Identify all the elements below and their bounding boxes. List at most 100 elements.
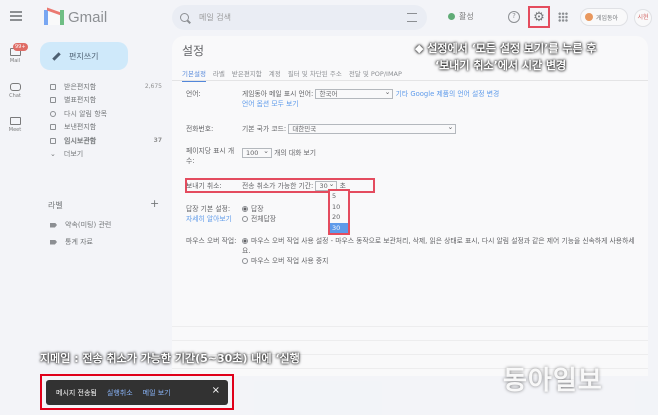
- rail-chat-label: Chat: [9, 93, 21, 99]
- search-options-icon[interactable]: [407, 13, 417, 22]
- nav-label: 별표편지함: [64, 96, 97, 105]
- status-label: 활성: [459, 12, 474, 21]
- compose-button[interactable]: 편지쓰기: [40, 42, 128, 70]
- dropdown-option[interactable]: 20: [330, 212, 348, 223]
- undo-send-label: 보내기 취소:: [186, 182, 222, 190]
- star-icon: [50, 97, 56, 104]
- annotation-callout: ◆ 설정에서 ‘모든 설정 보기’를 누른 후 ‘보내기 취소’에서 시간 변경: [415, 40, 655, 74]
- rail-meet[interactable]: Meet: [0, 117, 30, 133]
- other-language-link[interactable]: 기타 Google 제품의 언어 설정 변경: [396, 90, 500, 98]
- org-badge[interactable]: 게임동아: [580, 8, 628, 26]
- nav-label: 받은편지함: [64, 82, 97, 91]
- org-label: 게임동아: [596, 14, 619, 22]
- label-icon: [50, 239, 57, 245]
- rail-meet-label: Meet: [8, 127, 22, 133]
- gear-icon[interactable]: ⚙: [533, 11, 545, 24]
- watermark-logo: 동아일보: [503, 366, 603, 396]
- reply-all-option: 전체답장: [251, 215, 277, 223]
- nav-item-drafts[interactable]: 임시보관함 37: [30, 134, 165, 148]
- nav-item-more[interactable]: ⌄ 더보기: [30, 148, 165, 162]
- language-value: 한국어: [319, 90, 338, 98]
- learn-more-link[interactable]: 자세히 알아보기: [186, 215, 232, 223]
- label-item[interactable]: 통계 자료: [50, 237, 93, 247]
- page-size-suffix: 개의 대화 보기: [274, 149, 317, 157]
- nav-label: 다시 알림 항목: [64, 109, 108, 118]
- settings-highlight-box: ⚙: [528, 6, 550, 28]
- label-name: 약속(미팅) 관련: [65, 221, 112, 229]
- rail-mail[interactable]: 99+ Mail: [0, 43, 30, 64]
- label-name: 통계 자료: [65, 238, 93, 246]
- nav-item-inbox[interactable]: 받은편지함 2,675: [30, 80, 165, 94]
- draft-icon: [50, 137, 56, 144]
- video-icon: [9, 117, 21, 125]
- phone-label: 전화번호:: [186, 125, 214, 133]
- nav-item-sent[interactable]: 보낸편지함: [30, 121, 165, 135]
- search-input[interactable]: [199, 13, 399, 22]
- page-size-value: 100: [246, 149, 259, 157]
- language-row: 게임동아 메일 표시 언어: 한국어 기타 Google 제품의 언어 설정 변…: [242, 88, 500, 109]
- search-icon[interactable]: [180, 13, 189, 22]
- compose-label: 편지쓰기: [69, 51, 99, 61]
- org-logo-icon: [585, 13, 593, 21]
- page-size-select[interactable]: 100: [242, 147, 272, 158]
- view-message-button[interactable]: 메일 보기: [143, 388, 171, 398]
- close-icon[interactable]: ×: [212, 385, 220, 396]
- search-bar[interactable]: [172, 5, 427, 30]
- dropdown-option[interactable]: 10: [330, 202, 348, 213]
- chat-icon: [9, 83, 21, 91]
- main-menu-icon[interactable]: [10, 11, 22, 21]
- gmail-m-icon: [44, 7, 64, 25]
- undo-button[interactable]: 실행취소: [107, 388, 133, 398]
- hover-on-option: 마우스 오버 작업 사용 설정: [251, 237, 329, 245]
- reply-row: 답장 전체답장: [242, 204, 276, 224]
- clock-icon: [50, 110, 56, 117]
- callout-line: ‘보내기 취소’에서 시간 변경: [435, 59, 567, 72]
- hover-off-option: 마우스 오버 작업 사용 중지: [251, 257, 329, 265]
- avatar[interactable]: 시현: [634, 9, 652, 27]
- nav-label: 임시보관함: [64, 136, 97, 145]
- status-indicator[interactable]: 활성: [448, 11, 474, 22]
- callout-line: ◆ 설정에서 ‘모든 설정 보기’를 누른 후: [415, 42, 597, 55]
- add-label-icon[interactable]: +: [150, 197, 159, 210]
- undo-period-value: 30: [319, 182, 328, 190]
- label-item[interactable]: 약속(미팅) 관련: [50, 220, 111, 230]
- gmail-logo[interactable]: Gmail: [44, 7, 108, 26]
- app-name: Gmail: [68, 9, 108, 26]
- language-select[interactable]: 한국어: [315, 88, 394, 99]
- page-size-row: 100 개의 대화 보기: [242, 147, 317, 158]
- reply-option: 답장: [251, 205, 264, 213]
- phone-row: 기본 국가 코드: 대한민국: [242, 123, 457, 134]
- language-label: 언어:: [186, 90, 201, 98]
- hover-label: 마우스 오버 작업:: [186, 237, 237, 245]
- label-icon: [50, 222, 57, 228]
- dropdown-option[interactable]: 5: [330, 191, 348, 202]
- all-language-options-link[interactable]: 언어 옵션 모두 보기: [242, 100, 299, 108]
- labels-heading: 라벨: [48, 201, 63, 210]
- nav-label: 더보기: [63, 150, 84, 159]
- undo-send-text: 전송 취소가 가능한 기간:: [242, 182, 314, 190]
- list-item: [172, 326, 648, 340]
- folder-nav: 받은편지함 2,675 별표편지함 다시 알림 항목 보낸편지함 임시보관함 37 …: [30, 80, 165, 161]
- reply-label: 답장 기본 설정: 자세히 알아보기: [186, 204, 232, 224]
- undo-period-dropdown[interactable]: 5 10 20 30: [328, 189, 350, 235]
- hover-on-radio[interactable]: [242, 238, 248, 244]
- reply-radio[interactable]: [242, 206, 248, 212]
- hover-off-radio[interactable]: [242, 258, 248, 264]
- rail-mail-label: Mail: [9, 58, 21, 64]
- top-bar: Gmail 활성 ? ⚙ 게임동아 시현: [0, 0, 658, 36]
- country-value: 대한민국: [292, 125, 317, 133]
- send-icon: [50, 124, 56, 131]
- sent-toast: 메시지 전송됨 실행취소 메일 보기 ×: [46, 380, 228, 405]
- language-text: 게임동아 메일 표시 언어:: [242, 90, 314, 98]
- nav-item-snoozed[interactable]: 다시 알림 항목: [30, 107, 165, 121]
- nav-item-starred[interactable]: 별표편지함: [30, 94, 165, 108]
- dropdown-option-selected[interactable]: 30: [330, 222, 348, 233]
- page-size-label: 페이지당 표시 개수:: [186, 147, 235, 165]
- page-title: 설정: [182, 44, 205, 58]
- active-status-icon: [448, 13, 455, 20]
- reply-all-radio[interactable]: [242, 216, 248, 222]
- rail-chat[interactable]: Chat: [0, 83, 30, 99]
- country-select[interactable]: 대한민국: [288, 123, 457, 134]
- apps-grid-icon[interactable]: [558, 12, 568, 22]
- help-icon[interactable]: ?: [508, 11, 520, 23]
